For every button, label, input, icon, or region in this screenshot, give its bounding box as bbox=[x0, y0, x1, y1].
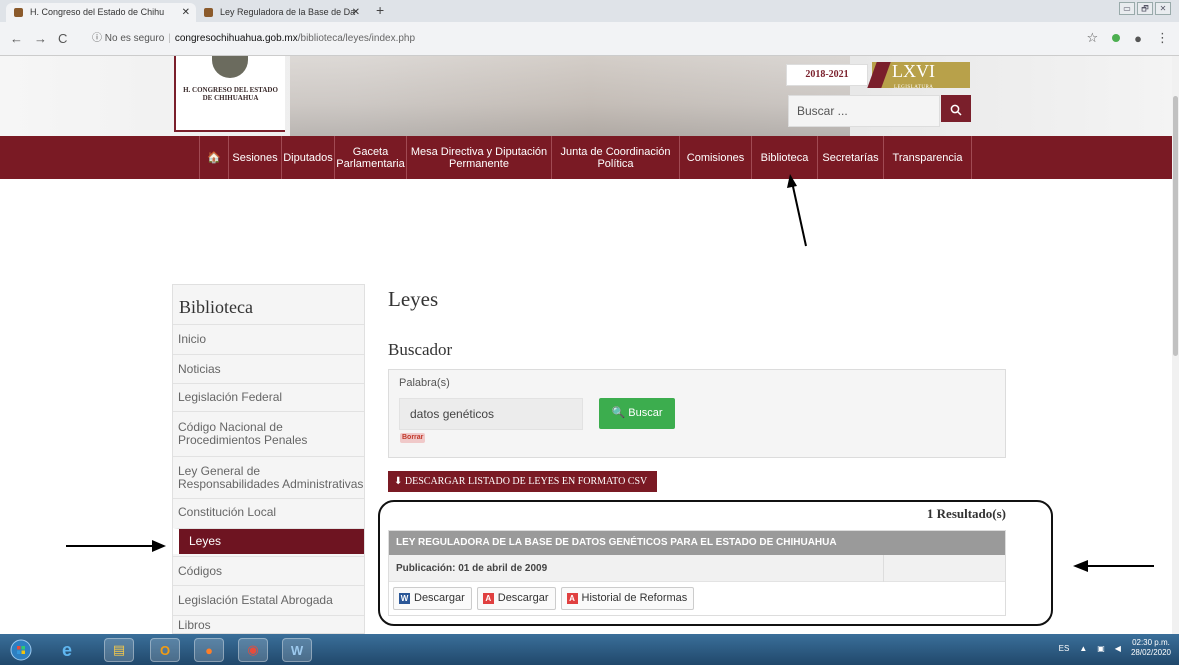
arrow-to-biblioteca bbox=[791, 181, 807, 247]
network-icon[interactable]: ▣ bbox=[1097, 644, 1105, 653]
clock-date: 28/02/2020 bbox=[1130, 648, 1171, 657]
file-explorer-icon[interactable]: ▤ bbox=[104, 638, 134, 662]
system-tray: ES ▲ ▣ ◀ 02:30 p.m. 28/02/2020 bbox=[1059, 638, 1171, 658]
clock-time: 02:30 p.m. bbox=[1132, 638, 1170, 647]
outlook-icon[interactable]: O bbox=[150, 638, 180, 662]
scrollbar-thumb[interactable] bbox=[1173, 96, 1178, 356]
arrow-head bbox=[1073, 560, 1088, 572]
page-scrollbar[interactable] bbox=[1172, 56, 1179, 634]
arrow-head bbox=[152, 540, 166, 552]
tray-expand-icon[interactable]: ▲ bbox=[1079, 644, 1087, 653]
clock[interactable]: 02:30 p.m. 28/02/2020 bbox=[1131, 638, 1171, 658]
internet-explorer-icon[interactable]: e bbox=[52, 638, 82, 662]
language-indicator[interactable]: ES bbox=[1059, 644, 1070, 653]
volume-icon[interactable]: ◀ bbox=[1115, 644, 1121, 653]
chrome-icon[interactable]: ◉ bbox=[238, 638, 268, 662]
annotation-arrows bbox=[66, 174, 1154, 572]
windows-taskbar: e ▤ O ● ◉ W ES ▲ ▣ ◀ 02:30 p.m. 28/02/20… bbox=[0, 634, 1179, 665]
start-orb-icon[interactable] bbox=[6, 638, 36, 662]
word-icon[interactable]: W bbox=[282, 638, 312, 662]
firefox-icon[interactable]: ● bbox=[194, 638, 224, 662]
arrow-head bbox=[787, 174, 797, 188]
